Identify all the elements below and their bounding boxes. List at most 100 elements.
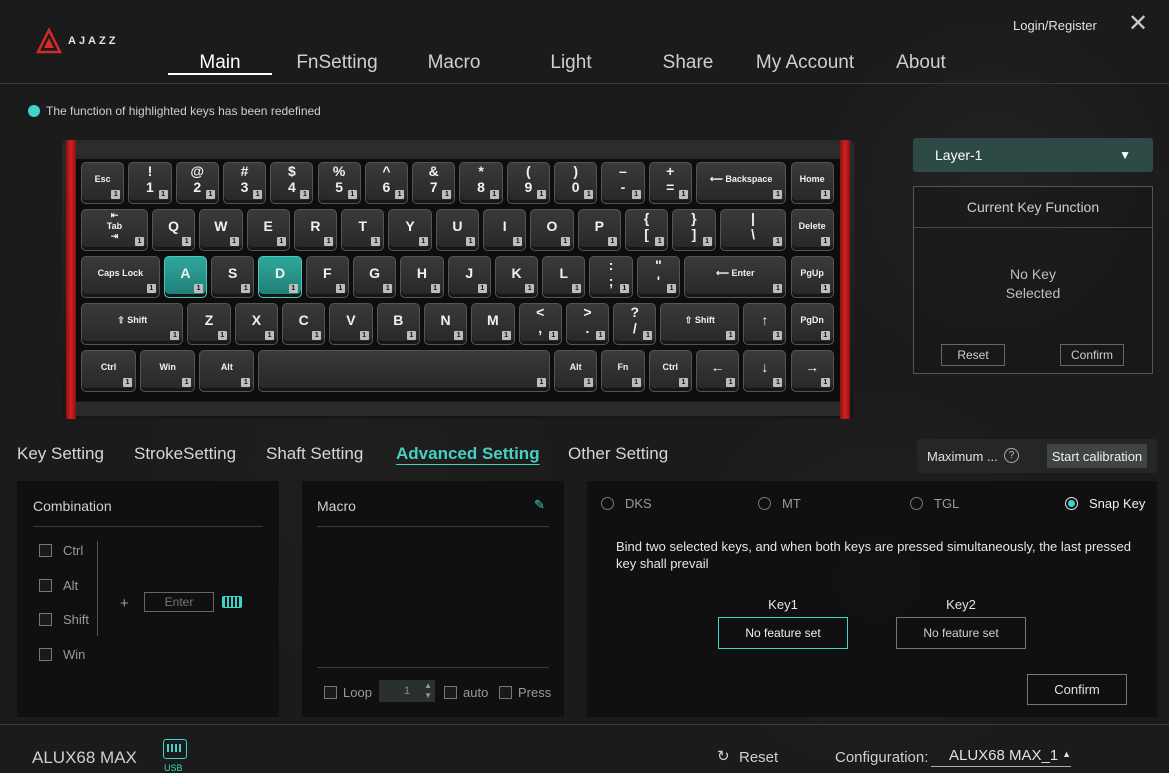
- key-r4-c7[interactable]: ← 1: [695, 350, 740, 392]
- key-r3-c12[interactable]: ↑ 1: [743, 303, 787, 345]
- key-r4-c2[interactable]: Alt 1: [199, 350, 255, 392]
- tab-fnsetting[interactable]: FnSetting: [287, 52, 387, 74]
- confirm-key-button[interactable]: Confirm: [1060, 344, 1124, 366]
- key-r1-c14[interactable]: Delete 1: [790, 209, 834, 251]
- tab-about[interactable]: About: [886, 52, 956, 74]
- key-r1-c13[interactable]: | \ 1: [719, 209, 787, 251]
- key-r0-c14[interactable]: Home 1: [790, 162, 834, 204]
- tab-shaft-setting[interactable]: Shaft Setting: [266, 444, 363, 464]
- key-r4-c0[interactable]: Ctrl 1: [81, 350, 137, 392]
- key-r0-c5[interactable]: % 51: [317, 162, 361, 204]
- combination-key-input[interactable]: Enter: [144, 592, 214, 612]
- key-r2-c13[interactable]: PgUp 1: [790, 256, 834, 298]
- key-r3-c8[interactable]: < ,1: [518, 303, 562, 345]
- mt-radio[interactable]: [758, 497, 771, 510]
- key-r0-c2[interactable]: @ 21: [175, 162, 219, 204]
- tab-share[interactable]: Share: [653, 52, 723, 74]
- key-r3-c4[interactable]: V1: [329, 303, 373, 345]
- key-r0-c1[interactable]: ! 11: [128, 162, 172, 204]
- key-r4-c4[interactable]: Alt 1: [554, 350, 598, 392]
- auto-checkbox[interactable]: [444, 686, 457, 699]
- key-r1-c12[interactable]: } ] 1: [672, 209, 716, 251]
- key-r2-c10[interactable]: : ; 1: [589, 256, 633, 298]
- key-r1-c3[interactable]: E1: [246, 209, 290, 251]
- key-r0-c4[interactable]: $ 41: [270, 162, 314, 204]
- tab-main[interactable]: Main: [168, 52, 272, 74]
- key-r1-c6[interactable]: Y1: [388, 209, 432, 251]
- key-r3-c1[interactable]: Z1: [187, 303, 231, 345]
- key-r4-c1[interactable]: Win 1: [140, 350, 196, 392]
- layer-select[interactable]: Layer-1 ▼: [913, 138, 1153, 172]
- key-r3-c5[interactable]: B1: [376, 303, 420, 345]
- key-r1-c11[interactable]: { [1: [624, 209, 669, 251]
- key-r1-c8[interactable]: I1: [483, 209, 527, 251]
- alt-checkbox[interactable]: [39, 579, 52, 592]
- tab-other-setting[interactable]: Other Setting: [568, 444, 668, 464]
- key-r2-c3[interactable]: D1: [258, 256, 302, 298]
- key-r0-c12[interactable]: + = 1: [648, 162, 692, 204]
- tab-macro[interactable]: Macro: [414, 52, 494, 74]
- key-r0-c11[interactable]: – -1: [601, 162, 645, 204]
- win-checkbox[interactable]: [39, 648, 52, 661]
- snap-key-radio[interactable]: [1065, 497, 1078, 510]
- key-r3-c7[interactable]: M1: [471, 303, 515, 345]
- configuration-select[interactable]: ALUX68 MAX_1 ▲: [931, 747, 1071, 767]
- key-r0-c9[interactable]: ( 91: [506, 162, 550, 204]
- key1-field[interactable]: No feature set: [718, 617, 848, 649]
- key-r3-c2[interactable]: X1: [234, 303, 279, 345]
- key-r1-c7[interactable]: U1: [435, 209, 480, 251]
- key-r0-c0[interactable]: Esc 1: [81, 162, 125, 204]
- key-r3-c0[interactable]: ⇧ Shift 1: [81, 303, 184, 345]
- key-r2-c9[interactable]: L1: [542, 256, 586, 298]
- key2-field[interactable]: No feature set: [896, 617, 1026, 649]
- tab-my-account[interactable]: My Account: [747, 52, 863, 74]
- key-r3-c3[interactable]: C1: [282, 303, 326, 345]
- key-r4-c3[interactable]: 1: [258, 350, 550, 392]
- key-r1-c1[interactable]: Q1: [151, 209, 196, 251]
- tab-advanced-setting[interactable]: Advanced Setting: [396, 444, 540, 464]
- key-r0-c7[interactable]: & 71: [412, 162, 456, 204]
- key-r4-c8[interactable]: ↓ 1: [743, 350, 787, 392]
- key-r3-c9[interactable]: > .1: [565, 303, 610, 345]
- edit-pencil-icon[interactable]: ✎: [534, 497, 545, 513]
- stepper-arrows-icon[interactable]: ▲ ▼: [424, 681, 432, 701]
- key-r3-c11[interactable]: ⇧ Shift 1: [660, 303, 740, 345]
- key-r4-c9[interactable]: → 1: [790, 350, 834, 392]
- key-r1-c9[interactable]: O1: [530, 209, 574, 251]
- login-register-link[interactable]: Login/Register: [1013, 18, 1097, 33]
- keyboard-icon[interactable]: [222, 596, 242, 608]
- key-r2-c6[interactable]: H1: [400, 256, 444, 298]
- loop-checkbox[interactable]: [324, 686, 337, 699]
- key-r0-c10[interactable]: ) 01: [554, 162, 598, 204]
- shift-checkbox[interactable]: [39, 613, 52, 626]
- key-r1-c4[interactable]: R1: [293, 209, 338, 251]
- tgl-radio[interactable]: [910, 497, 923, 510]
- reset-key-button[interactable]: Reset: [941, 344, 1005, 366]
- key-r2-c8[interactable]: K1: [494, 256, 539, 298]
- key-r0-c8[interactable]: * 81: [459, 162, 503, 204]
- footer-reset-button[interactable]: Reset: [739, 749, 778, 766]
- dks-radio[interactable]: [601, 497, 614, 510]
- help-icon[interactable]: ?: [1004, 448, 1019, 463]
- maximum-label[interactable]: Maximum ...: [927, 449, 998, 464]
- key-r0-c6[interactable]: ^ 61: [364, 162, 409, 204]
- loop-count-stepper[interactable]: 1 ▲ ▼: [379, 680, 435, 702]
- tab-stroke-setting[interactable]: StrokeSetting: [134, 444, 236, 464]
- ctrl-checkbox[interactable]: [39, 544, 52, 557]
- key-r1-c0[interactable]: ⇤ Tab ⇥ 1: [81, 209, 148, 251]
- key-r2-c11[interactable]: " ' 1: [636, 256, 681, 298]
- key-r0-c13[interactable]: ⟵ Backspace 1: [695, 162, 787, 204]
- key-r2-c1[interactable]: A1: [163, 256, 208, 298]
- key-r4-c5[interactable]: Fn 1: [601, 350, 645, 392]
- press-checkbox[interactable]: [499, 686, 512, 699]
- tab-key-setting[interactable]: Key Setting: [17, 444, 104, 464]
- key-r3-c10[interactable]: ? /1: [613, 303, 657, 345]
- key-r2-c7[interactable]: J1: [447, 256, 491, 298]
- key-r2-c0[interactable]: Caps Lock 1: [81, 256, 160, 298]
- start-calibration-button[interactable]: Start calibration: [1047, 444, 1147, 468]
- key-r2-c2[interactable]: S1: [211, 256, 255, 298]
- close-icon[interactable]: ✕: [1128, 12, 1148, 36]
- tab-light[interactable]: Light: [536, 52, 606, 74]
- key-r1-c2[interactable]: W1: [199, 209, 243, 251]
- refresh-icon[interactable]: ↻: [717, 747, 730, 765]
